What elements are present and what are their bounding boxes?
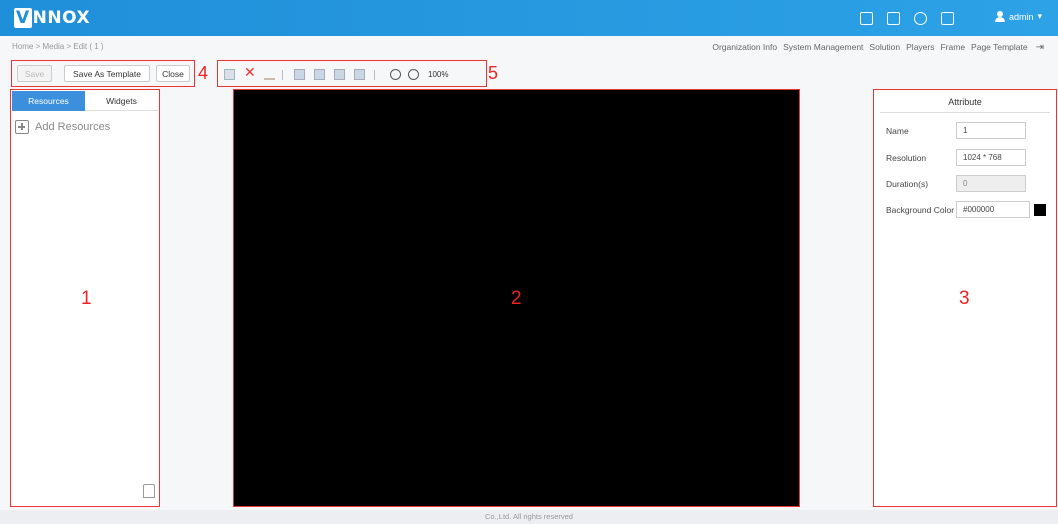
duration-input: 0 [956,175,1026,192]
callout-4: 4 [198,63,209,83]
callout-2: 2 [511,288,522,309]
clear-icon[interactable] [143,484,155,498]
plus-icon [15,120,29,134]
breadcrumb[interactable]: Home > Media > Edit ( 1 ) [12,42,104,51]
nav-organization-info[interactable]: Organization Info [712,42,777,53]
zoom-in-icon[interactable] [390,69,401,80]
attribute-title: Attribute [880,91,1050,113]
grid-icon[interactable] [860,12,873,25]
attr-duration-label: Duration(s) [886,178,929,189]
callout-1: 1 [81,288,92,309]
zoom-level: 100% [428,70,449,79]
app-logo[interactable]: V NNOX [14,8,90,28]
zoom-out-icon[interactable] [408,69,419,80]
nav-solution[interactable]: Solution [869,42,900,53]
send-backward-icon[interactable] [334,69,345,80]
panel-tabs: Resources Widgets [12,91,158,111]
bring-forward-icon[interactable] [314,69,325,80]
user-menu[interactable]: admin ▾ [994,11,1042,22]
send-back-icon[interactable] [354,69,365,80]
close-button[interactable]: Close [156,65,190,82]
footer: Co.,Ltd. All rights reserved [0,510,1058,524]
attr-duration-row: Duration(s) 0 [886,175,1046,192]
callout-3: 3 [959,288,970,309]
user-name: admin [1008,11,1034,22]
resources-panel: Resources Widgets Add Resources 1 [10,89,160,507]
attr-name-row: Name 1 [886,122,1046,139]
delete-icon[interactable]: ✕ [244,65,256,79]
save-as-template-button[interactable]: Save As Template [64,65,150,82]
add-resources-button[interactable]: Add Resources [15,120,110,134]
logo-text: NNOX [32,8,91,28]
color-swatch[interactable] [1034,203,1046,216]
nav-frame[interactable]: Frame [940,42,965,53]
separator [282,70,283,80]
logo-mark: V [14,8,32,28]
callout-5: 5 [488,63,499,83]
attr-bg-label: Background Color [886,204,955,215]
page-icon[interactable] [224,69,235,80]
user-icon [994,11,1005,22]
align-icon[interactable] [264,69,275,80]
bg-color-input[interactable]: #000000 [956,201,1030,218]
attr-resolution-label: Resolution [886,152,927,163]
top-nav: Organization Info System Management Solu… [712,42,1044,53]
edit-tools-group: ✕ 100% [217,60,487,87]
help-icon[interactable] [941,12,954,25]
chevron-down-icon: ▾ [1037,11,1042,21]
tab-resources[interactable]: Resources [12,91,85,111]
attribute-panel: Attribute Name 1 Resolution 1024 * 768 D… [873,89,1057,507]
name-input[interactable]: 1 [956,122,1026,139]
edit-canvas[interactable]: 2 [233,89,800,507]
add-resources-label: Add Resources [35,121,111,133]
nav-players[interactable]: Players [906,42,934,53]
globe-icon[interactable] [914,12,927,25]
attr-name-label: Name [886,125,909,136]
nav-system-management[interactable]: System Management [783,42,863,53]
attr-resolution-row: Resolution 1024 * 768 [886,149,1046,166]
tab-widgets[interactable]: Widgets [85,91,158,111]
app-header: V NNOX admin ▾ [0,0,1058,36]
header-icons [860,12,954,25]
nav-page-template[interactable]: Page Template [971,42,1028,53]
logout-icon[interactable]: ⇥ [1036,42,1044,53]
separator [374,70,375,80]
resolution-input[interactable]: 1024 * 768 [956,149,1026,166]
file-actions-group: Save Save As Template Close [11,60,195,87]
attr-bg-row: Background Color #000000 [886,201,1046,218]
bring-front-icon[interactable] [294,69,305,80]
save-button[interactable]: Save [17,65,52,82]
building-icon[interactable] [887,12,900,25]
